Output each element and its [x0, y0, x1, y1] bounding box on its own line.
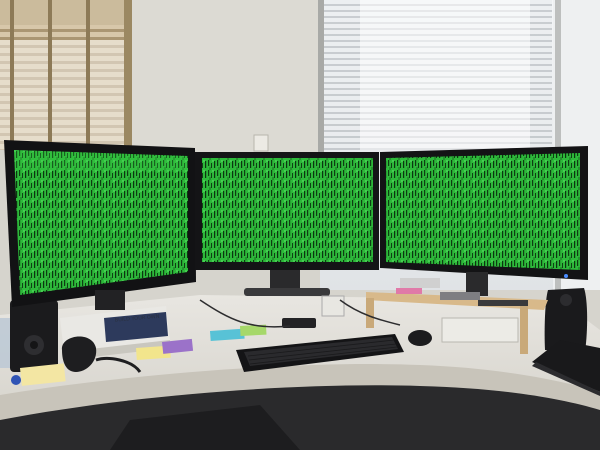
wall-socket: [253, 134, 269, 152]
blue-cap: [11, 375, 21, 385]
paper-stack: [441, 317, 519, 343]
photo-scene: BUILD YOUR OWN: [0, 0, 600, 450]
desk-photo: [0, 0, 600, 450]
small-box: [321, 295, 345, 317]
left-monitor: [4, 140, 196, 310]
left-window: [0, 0, 132, 150]
left-speaker: [10, 300, 58, 372]
water-bottle: [0, 318, 10, 368]
mouse: [408, 330, 432, 346]
